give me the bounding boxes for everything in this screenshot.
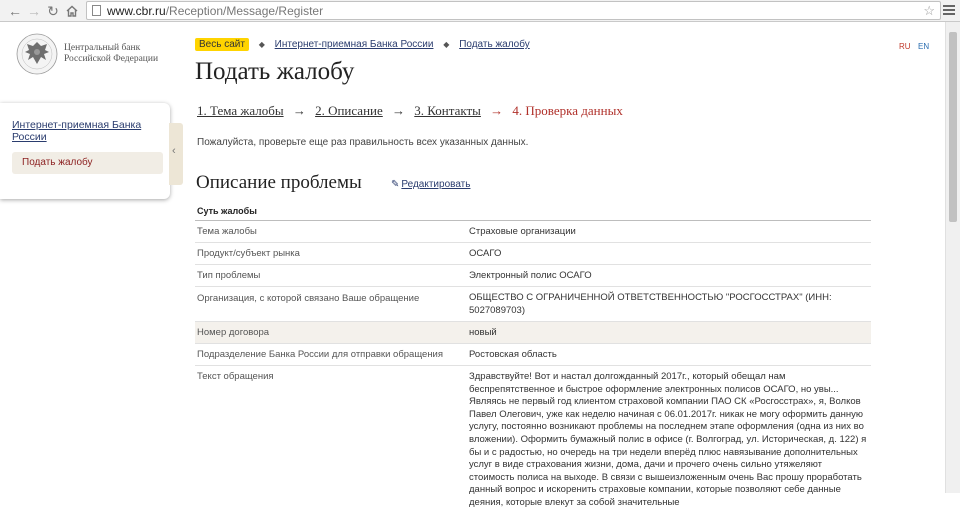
section-title: Описание проблемы bbox=[196, 172, 362, 193]
table-row: Продукт/субъект рынка ОСАГО bbox=[195, 243, 871, 265]
chevron-left-icon: ‹ bbox=[172, 145, 176, 157]
logo-line-2: Российской Федерации bbox=[64, 54, 159, 64]
table-row: Организация, с которой связано Ваше обра… bbox=[195, 287, 871, 322]
breadcrumb-separator: ◆ bbox=[258, 40, 265, 49]
breadcrumb-separator: ◆ bbox=[443, 40, 450, 49]
complaint-summary-table: Суть жалобы Тема жалобы Страховые органи… bbox=[195, 203, 871, 508]
edit-link[interactable]: ✎ Редактировать bbox=[391, 179, 470, 190]
sidebar-item-reception[interactable]: Интернет-приемная Банка России bbox=[12, 119, 152, 143]
table-header-label: Суть жалобы bbox=[197, 206, 257, 216]
step-arrow: → bbox=[392, 103, 406, 118]
browser-toolbar: ← → ↻ www.cbr.ru/Reception/Message/Regis… bbox=[0, 0, 960, 22]
edit-label: Редактировать bbox=[401, 179, 471, 190]
reload-icon[interactable]: ↻ bbox=[44, 2, 62, 20]
step-review: 4. Проверка данных bbox=[512, 103, 623, 118]
address-bar[interactable]: www.cbr.ru/Reception/Message/Register ☆ bbox=[86, 1, 941, 20]
review-note: Пожалуйста, проверьте еще раз правильнос… bbox=[197, 137, 529, 148]
row-value: Ростовская область bbox=[469, 349, 557, 360]
page-title: Подать жалобу bbox=[195, 58, 355, 85]
row-key: Продукт/субъект рынка bbox=[197, 248, 300, 259]
row-value: новый bbox=[469, 327, 497, 338]
step-description[interactable]: 2. Описание bbox=[315, 103, 383, 118]
table-row: Номер договора новый bbox=[195, 322, 871, 344]
table-row: Текст обращения Здравствуйте! Вот и наст… bbox=[195, 366, 871, 508]
url-host: www.cbr.ru bbox=[107, 4, 166, 18]
scrollbar-thumb[interactable] bbox=[949, 32, 957, 222]
row-value: Электронный полис ОСАГО bbox=[469, 270, 592, 281]
logo-line-1: Центральный банк bbox=[64, 43, 141, 53]
breadcrumb: Весь сайт ◆ Интернет-приемная Банка Росс… bbox=[195, 38, 530, 51]
table-row: Тип проблемы Электронный полис ОСАГО bbox=[195, 265, 871, 287]
table-row: Тема жалобы Страховые организации bbox=[195, 221, 871, 243]
sidebar-item-complaint[interactable]: Подать жалобу bbox=[12, 152, 163, 174]
step-arrow: → bbox=[292, 103, 306, 118]
row-value: ОБЩЕСТВО С ОГРАНИЧЕННОЙ ОТВЕТСТВЕННОСТЬЮ… bbox=[469, 292, 832, 316]
table-header: Суть жалобы bbox=[195, 203, 871, 221]
complaint-text: Здравствуйте! Вот и настал долгожданный … bbox=[469, 371, 867, 508]
home-icon[interactable] bbox=[63, 2, 81, 20]
row-value: Страховые организации bbox=[469, 226, 576, 237]
lang-ru[interactable]: RU bbox=[899, 42, 911, 51]
row-key: Текст обращения bbox=[197, 371, 274, 382]
row-key: Тема жалобы bbox=[197, 226, 257, 237]
url-text[interactable]: www.cbr.ru/Reception/Message/Register bbox=[107, 3, 323, 19]
table-row: Подразделение Банка России для отправки … bbox=[195, 344, 871, 366]
arrow-left-icon[interactable]: ← bbox=[6, 2, 24, 20]
breadcrumb-complaint[interactable]: Подать жалобу bbox=[459, 39, 530, 50]
row-value: ОСАГО bbox=[469, 248, 502, 259]
sidebar-collapse-tab[interactable]: ‹ bbox=[169, 123, 183, 185]
step-contacts[interactable]: 3. Контакты bbox=[414, 103, 481, 118]
hamburger-menu-icon[interactable] bbox=[943, 3, 955, 19]
star-icon[interactable]: ☆ bbox=[923, 2, 935, 19]
arrow-right-icon[interactable]: → bbox=[25, 2, 43, 20]
row-key: Организация, с которой связано Ваше обра… bbox=[197, 293, 420, 304]
page-icon bbox=[92, 5, 101, 16]
pencil-icon: ✎ bbox=[391, 179, 400, 190]
breadcrumb-reception[interactable]: Интернет-приемная Банка России bbox=[275, 39, 434, 50]
step-arrow: → bbox=[490, 103, 504, 118]
double-headed-eagle-icon bbox=[16, 33, 58, 75]
breadcrumb-all-site[interactable]: Весь сайт bbox=[195, 38, 249, 51]
sidebar-panel: Интернет-приемная Банка России Подать жа… bbox=[0, 103, 170, 199]
url-path: /Reception/Message/Register bbox=[165, 4, 324, 18]
row-key: Номер договора bbox=[197, 327, 270, 338]
step-topic[interactable]: 1. Тема жалобы bbox=[197, 103, 284, 118]
row-key: Тип проблемы bbox=[197, 270, 261, 281]
lang-en[interactable]: EN bbox=[918, 42, 929, 51]
logo-text: Центральный банк Российской Федерации bbox=[64, 43, 158, 65]
row-key: Подразделение Банка России для отправки … bbox=[197, 349, 444, 360]
wizard-steps: 1. Тема жалобы → 2. Описание → 3. Контак… bbox=[197, 103, 623, 119]
page-scrollbar[interactable] bbox=[945, 22, 960, 493]
sidebar-item-label: Подать жалобу bbox=[22, 157, 93, 168]
